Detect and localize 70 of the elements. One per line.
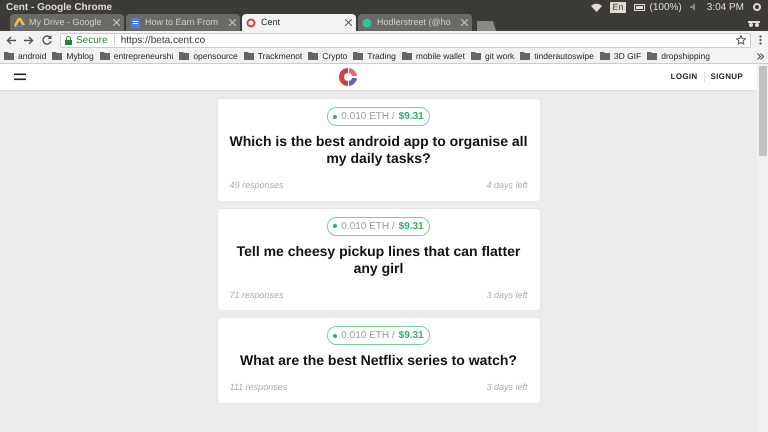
time-remaining: 3 days left <box>486 381 528 394</box>
lock-icon <box>65 36 72 44</box>
favicon-icon <box>362 18 373 28</box>
reload-icon[interactable] <box>42 35 52 45</box>
folder-icon <box>244 52 254 60</box>
question-title: Tell me cheesy pickup lines that can flatter any girl <box>236 242 522 276</box>
question-card[interactable]: 0.010 ETH / $9.31 Which is the best android app to organise all my daily tasks? 49 responses 4 days left <box>218 99 540 200</box>
new-tab-icon[interactable] <box>474 21 496 31</box>
nav-link-text[interactable]: SIGNUP <box>710 71 743 83</box>
folder-icon <box>4 52 14 60</box>
bookmark[interactable]: git work <box>485 50 514 62</box>
bookmark[interactable]: 3D GIF <box>614 50 642 62</box>
settings-icon[interactable] <box>752 2 762 12</box>
folder-icon <box>402 52 412 60</box>
bookmark[interactable]: dropshipping <box>661 50 710 62</box>
address-bar[interactable]: Secure https://beta.cent.co <box>60 32 751 48</box>
keyboard-indicator[interactable]: En <box>610 2 626 12</box>
logo-icon[interactable] <box>338 67 358 87</box>
menu-icon[interactable] <box>759 35 762 45</box>
question-title: What are the best Netflix series to watch? <box>239 352 518 369</box>
battery-level: (100%) <box>650 0 682 14</box>
response-count: 49 responses <box>230 179 284 192</box>
browser-tab[interactable]: Hodlerstreet (@ho <box>358 14 472 31</box>
battery-icon[interactable] <box>634 4 646 10</box>
folder-icon <box>52 52 62 60</box>
browser-tab[interactable]: My Drive - Google <box>10 14 124 31</box>
folder-icon <box>520 52 530 60</box>
bookmark[interactable]: tinderautoswipe <box>534 50 594 62</box>
folder-icon <box>353 52 364 60</box>
question-title: Which is the best android app to organise all my daily tasks? <box>230 133 528 167</box>
bookmark[interactable]: android <box>18 50 46 62</box>
favicon-icon <box>130 18 141 28</box>
back-icon[interactable] <box>6 36 16 44</box>
browser-tab[interactable]: How to Earn From <box>126 14 240 31</box>
browser-tab[interactable]: Cent <box>242 14 356 31</box>
folder-icon <box>471 52 481 60</box>
folder-icon <box>647 52 658 60</box>
time-remaining: 4 days left <box>486 179 528 192</box>
chevron-icon[interactable] <box>757 52 764 60</box>
bookmark[interactable]: Trackmenot <box>258 50 302 62</box>
bounty-badge: 0.010 ETH / $9.31 <box>327 216 430 236</box>
bookmark[interactable]: Trading <box>367 50 396 62</box>
wifi-icon[interactable] <box>591 2 602 12</box>
bookmark[interactable]: mobile wallet <box>416 50 465 62</box>
response-count: 111 responses <box>230 381 288 394</box>
response-count: 71 responses <box>230 288 284 302</box>
star-icon[interactable] <box>736 35 746 45</box>
hamburger-menu-icon[interactable] <box>14 73 26 81</box>
folder-icon <box>100 52 110 60</box>
folder-icon <box>308 52 318 60</box>
folder-icon <box>600 52 610 60</box>
close-icon[interactable] <box>345 19 352 26</box>
window-title: Cent - Google Chrome <box>6 0 112 14</box>
question-card[interactable]: 0.010 ETH / $9.31 What are the best Netflix series to watch? 111 responses 3 days left <box>218 318 540 402</box>
favicon-icon <box>246 18 257 28</box>
forward-icon[interactable] <box>24 36 34 44</box>
bookmark[interactable]: Crypto <box>322 50 348 62</box>
bounty-badge: 0.010 ETH / $9.31 <box>327 107 430 126</box>
time-remaining: 3 days left <box>486 288 528 302</box>
logo-drawing <box>339 68 358 86</box>
bookmark[interactable]: entrepreneurshi <box>114 50 174 62</box>
folder-icon <box>179 52 190 60</box>
nav-link-text[interactable]: LOGIN <box>670 71 698 83</box>
clock[interactable]: 3:04 PM <box>706 0 744 14</box>
question-card[interactable]: 0.010 ETH / $9.31 Tell me cheesy pickup lines that can flatter any girl 71 responses 3 days left <box>218 208 540 310</box>
scrollbar[interactable] <box>757 64 768 432</box>
bounty-badge: 0.010 ETH / $9.31 <box>327 326 430 345</box>
bookmark[interactable]: opensource <box>193 50 238 62</box>
favicon-icon <box>14 18 25 28</box>
bookmark[interactable]: Myblog <box>66 50 94 62</box>
